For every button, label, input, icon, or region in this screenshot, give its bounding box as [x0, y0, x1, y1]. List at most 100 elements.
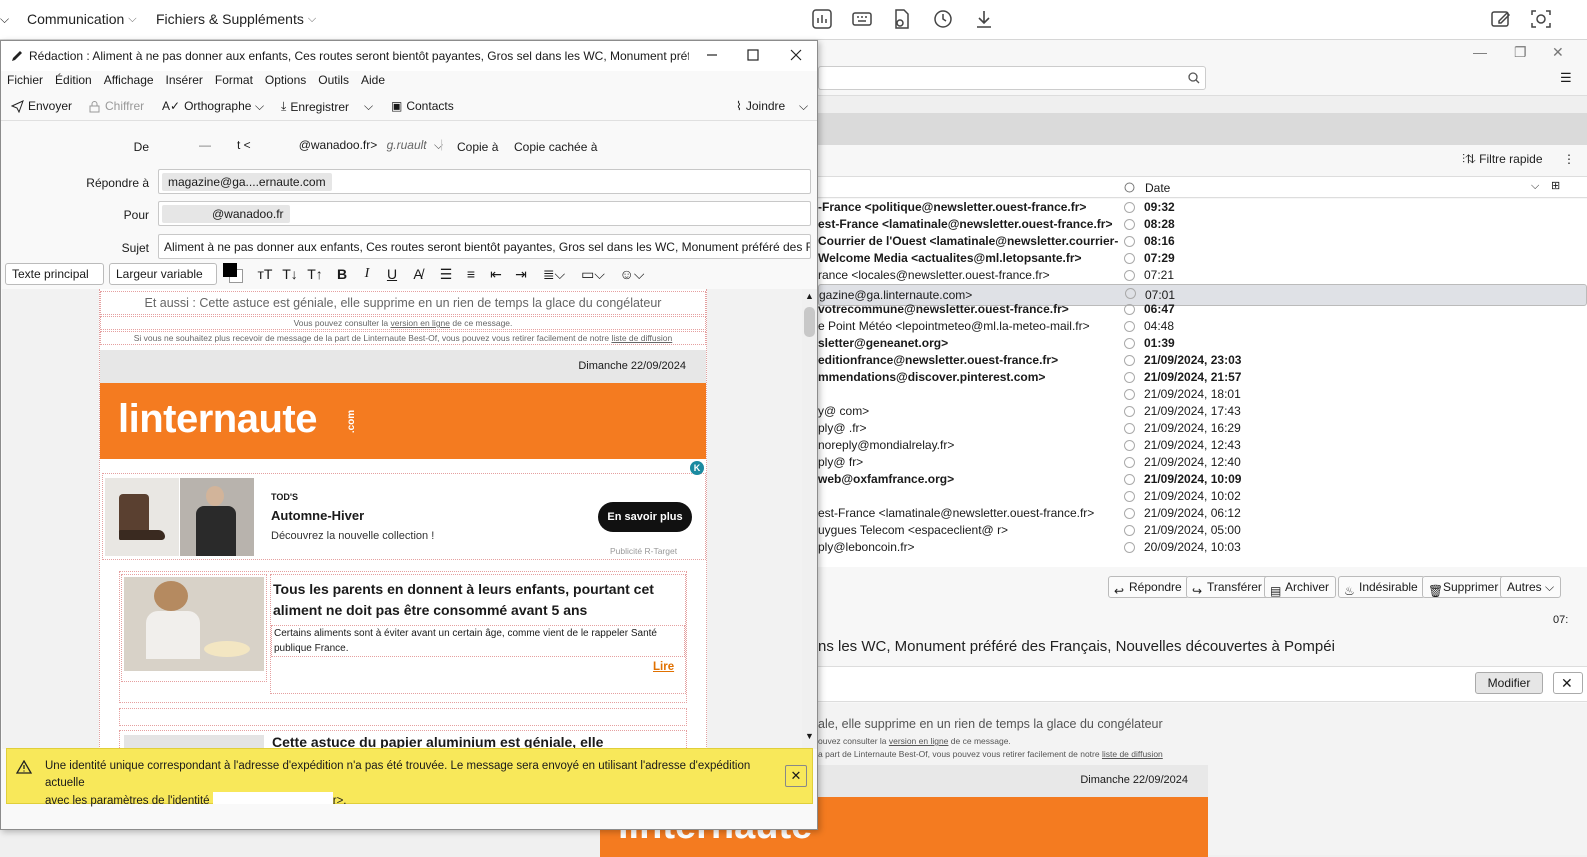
edit-note-icon[interactable] [1490, 8, 1512, 30]
chevron-down-icon[interactable]: ⌵ [799, 99, 808, 114]
message-list[interactable]: -France <politique@newsletter.ouest-fran… [818, 199, 1587, 567]
read-status-icon[interactable] [1124, 236, 1135, 247]
to-field[interactable]: @wanadoo.fr [158, 201, 811, 226]
file-settings-icon[interactable] [891, 8, 913, 30]
font-larger-icon[interactable]: T↑ [306, 265, 324, 283]
chevron-down-icon[interactable]: ⌵ [0, 12, 9, 27]
to-pill[interactable]: @wanadoo.fr [162, 205, 290, 223]
search-input[interactable] [818, 66, 1206, 90]
modify-button[interactable]: Modifier [1475, 672, 1543, 694]
preview-online-link[interactable]: version en ligne [889, 736, 949, 746]
chevron-up-icon[interactable]: ▲ [805, 291, 814, 301]
read-status-icon[interactable] [1124, 372, 1135, 383]
send-button[interactable]: Envoyer [11, 99, 72, 113]
ad-block[interactable]: K TOD'S Automne-Hiver Découvrez la nouve… [102, 461, 706, 560]
menu-fichiers[interactable]: Fichiers & Suppléments ⌵ [156, 11, 316, 27]
keyboard-icon[interactable] [851, 8, 873, 30]
scrollbar-thumb[interactable] [804, 307, 815, 337]
read-status-icon[interactable] [1124, 406, 1135, 417]
chevron-icon[interactable]: ⋮ [1563, 152, 1575, 166]
read-status-icon[interactable] [1124, 508, 1135, 519]
more-button[interactable]: Autres ⌵ [1500, 576, 1562, 598]
read-status-icon[interactable] [1124, 304, 1135, 315]
message-row[interactable]: e Point Météo <lepointmeteo@ml.la-meteo-… [818, 318, 1587, 335]
read-status-icon[interactable] [1124, 338, 1135, 349]
article-title[interactable]: Tous les parents en donnent à leurs enfa… [273, 579, 683, 621]
chevron-down-icon[interactable]: ▼ [805, 731, 814, 741]
read-status-icon[interactable] [1124, 474, 1135, 485]
restore-icon[interactable]: ❐ [1514, 44, 1527, 61]
font-size-reset-icon[interactable]: ᴛT [256, 265, 274, 283]
chevron-down-icon[interactable]: ⌵ [1531, 180, 1539, 193]
minimize-icon[interactable] [704, 47, 720, 63]
editor-scrollbar[interactable]: ▲ ▼ [802, 289, 817, 749]
insert-image-icon[interactable]: ▭⌵ [578, 265, 608, 283]
unsubscribe-link[interactable]: liste de diffusion [611, 333, 672, 343]
subject-input[interactable]: Aliment à ne pas donner aux enfants, Ces… [158, 234, 811, 259]
forward-button[interactable]: ↪ Transférer [1186, 576, 1269, 598]
message-row[interactable]: y@ com> 21/09/2024, 17:43 [818, 403, 1587, 420]
message-row[interactable]: mmendations@discover.pinterest.com> 21/09… [818, 369, 1587, 386]
screenshot-icon[interactable] [1530, 8, 1552, 30]
read-status-icon[interactable] [1124, 321, 1135, 332]
from-field[interactable]: — t < @wanadoo.fr> g.ruault ⌵ [161, 138, 443, 153]
message-row[interactable]: 21/09/2024, 10:02 [818, 488, 1587, 505]
contacts-button[interactable]: ▣ Contacts [391, 99, 454, 113]
read-status-icon[interactable] [1124, 525, 1135, 536]
italic-icon[interactable]: I [358, 265, 376, 283]
menu-inserer[interactable]: Insérer [160, 71, 203, 91]
junk-button[interactable]: ♨ Indésirable [1338, 576, 1425, 598]
message-row[interactable]: Welcome Media <actualites@ml.letopsante.… [818, 250, 1587, 267]
menu-communication[interactable]: Communication ⌵ [27, 11, 137, 27]
read-status-icon[interactable] [1124, 457, 1135, 468]
message-body-editor[interactable]: Et aussi : Cette astuce est géniale, ell… [2, 289, 802, 749]
menu-edition[interactable]: Édition [49, 71, 92, 91]
read-status-icon[interactable] [1124, 253, 1135, 264]
read-status-icon[interactable] [1124, 219, 1135, 230]
read-status-icon[interactable] [1124, 491, 1135, 502]
preview-unsub-link[interactable]: liste de diffusion [1102, 749, 1163, 759]
reply-to-pill[interactable]: magazine@ga....ernaute.com [162, 173, 332, 191]
message-row[interactable]: ply@leboncoin.fr> 20/09/2024, 10:03 [818, 539, 1587, 556]
message-row[interactable]: votrecommune@newsletter.ouest-france.fr>… [818, 301, 1587, 318]
chevron-down-icon[interactable]: ⌵ [255, 99, 264, 114]
archive-button[interactable]: ▤ Archiver [1264, 576, 1337, 598]
column-date[interactable]: Date [1145, 181, 1170, 195]
paragraph-format-select[interactable]: Texte principal ⌵ [5, 263, 104, 301]
menu-affichage[interactable]: Affichage [98, 71, 154, 91]
article-read-link[interactable]: Lire [653, 661, 674, 673]
message-row[interactable]: 21/09/2024, 18:01 [818, 386, 1587, 403]
numbered-list-icon[interactable]: ≡ [462, 265, 480, 283]
close-bar-button[interactable]: ✕ [1553, 672, 1583, 694]
reply-to-field[interactable]: magazine@ga....ernaute.com [158, 169, 811, 194]
read-status-icon[interactable] [1124, 542, 1135, 553]
encrypt-button[interactable]: Chiffrer [88, 99, 144, 113]
menu-outils[interactable]: Outils [312, 71, 349, 91]
menu-options[interactable]: Options [259, 71, 306, 91]
read-status-icon[interactable] [1124, 423, 1135, 434]
menu-format[interactable]: Format [209, 71, 253, 91]
article-title[interactable]: Cette astuce du papier aluminium est gén… [272, 734, 603, 749]
cc-button[interactable]: Copie à [457, 140, 498, 154]
menu-aide[interactable]: Aide [355, 71, 385, 91]
delete-button[interactable]: 🗑 Supprimer [1422, 576, 1506, 598]
message-row[interactable]: sletter@geneanet.org> 01:39 [818, 335, 1587, 352]
message-row[interactable]: uygues Telecom <espaceclient@ r> 21/09/20… [818, 522, 1587, 539]
message-row[interactable]: -France <politique@newsletter.ouest-fran… [818, 199, 1587, 216]
chevron-down-icon[interactable]: ⌵ [364, 99, 373, 114]
message-row[interactable]: web@oxfamfrance.org> 21/09/2024, 10:09 [818, 471, 1587, 488]
read-status-icon[interactable] [1124, 182, 1135, 193]
reply-button[interactable]: ↩ Répondre [1108, 576, 1189, 598]
message-row[interactable]: est-France <lamatinale@newsletter.ouest-… [818, 216, 1587, 233]
read-status-icon[interactable] [1124, 440, 1135, 451]
close-warning-button[interactable]: ✕ [785, 765, 807, 787]
message-row[interactable]: ply@ fr> 21/09/2024, 12:40 [818, 454, 1587, 471]
text-color-picker[interactable] [223, 263, 243, 283]
menu-icon[interactable]: ☰ [1560, 70, 1572, 86]
bold-icon[interactable]: B [333, 265, 351, 283]
attach-button[interactable]: ⌇ Joindre [736, 99, 785, 113]
font-select[interactable]: Largeur variable ⌵ [109, 263, 217, 301]
spelling-button[interactable]: A✓ Orthographe [162, 99, 251, 113]
read-status-icon[interactable] [1125, 288, 1136, 299]
article-card[interactable]: Cette astuce du papier aluminium est gén… [119, 730, 687, 749]
